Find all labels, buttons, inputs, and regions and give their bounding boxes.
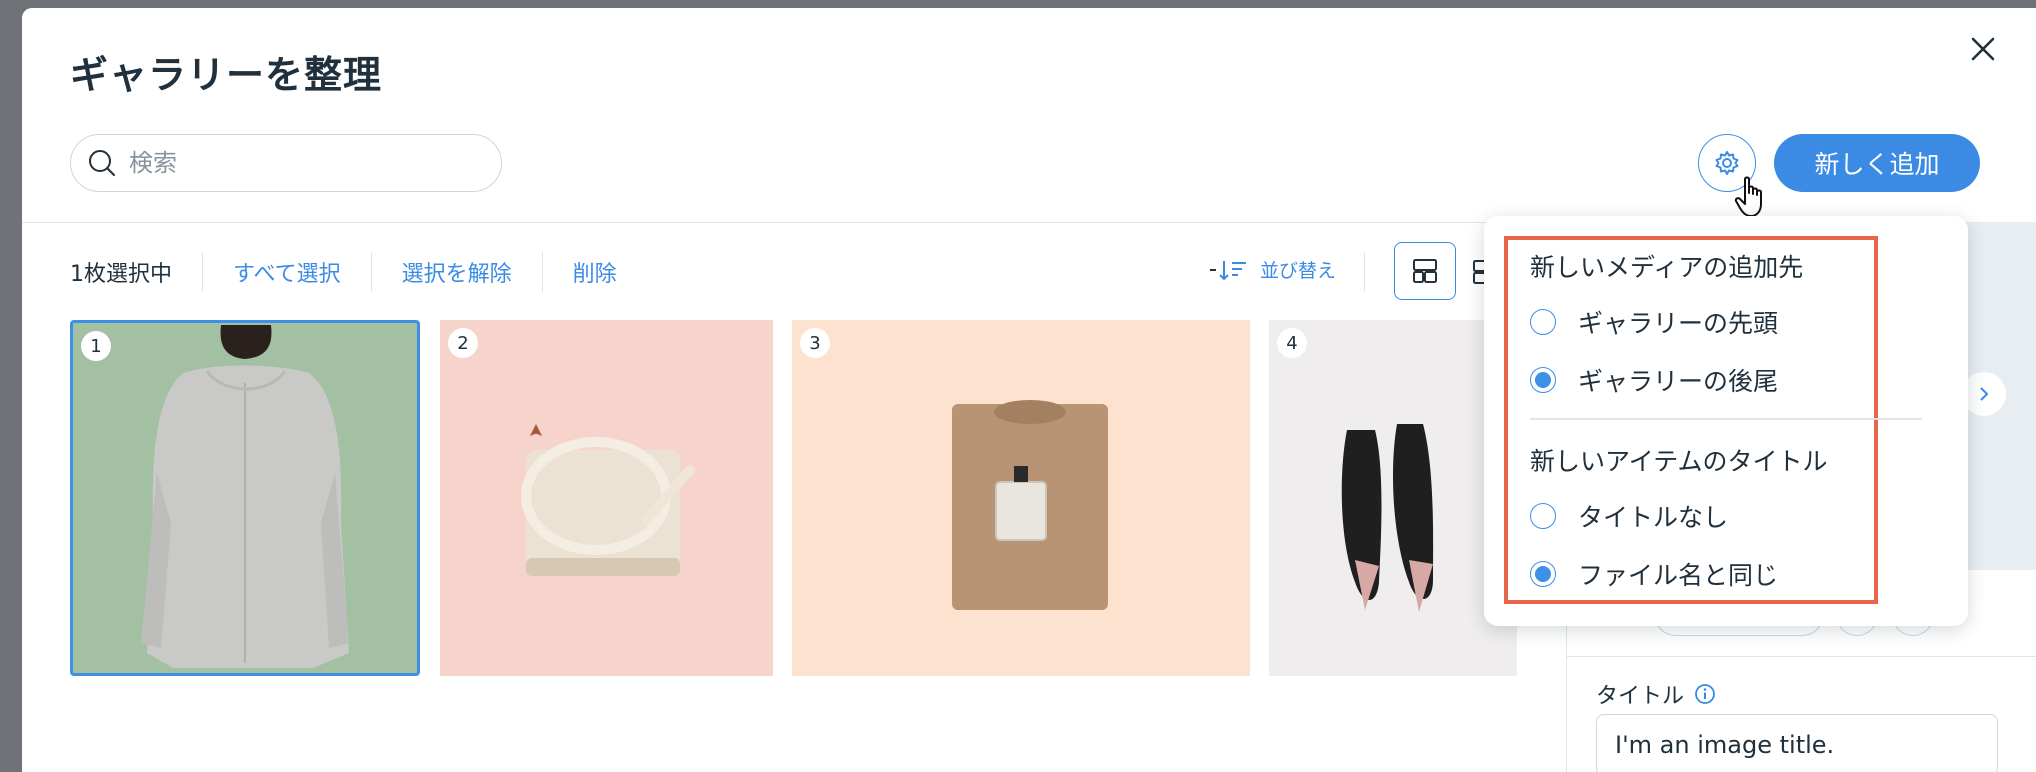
grid-layout-icon — [1413, 259, 1437, 283]
handbag-photo — [521, 424, 695, 576]
radio-gallery-start[interactable]: ギャラリーの先頭 — [1530, 304, 1778, 340]
radio-same-as-filename[interactable]: ファイル名と同じ — [1530, 556, 1778, 592]
panel-divider — [1566, 656, 2036, 657]
gallery-item[interactable]: 4 — [1269, 320, 1517, 676]
radio-button[interactable] — [1530, 309, 1556, 335]
title-label-text: タイトル — [1596, 684, 1685, 709]
delete-link[interactable]: 削除 — [573, 256, 617, 288]
radio-selected-dot — [1535, 566, 1551, 582]
toolbar-divider — [370, 252, 372, 292]
selected-count: 1枚選択中 — [70, 262, 172, 287]
title-input[interactable]: I'm an image title. — [1596, 714, 1998, 772]
sweater-photo — [952, 400, 1108, 610]
item-number: 1 — [81, 331, 111, 361]
deselect-link[interactable]: 選択を解除 — [402, 256, 512, 288]
search-box[interactable] — [70, 134, 502, 192]
radio-label: タイトルなし — [1578, 503, 1729, 532]
item-number: 3 — [800, 328, 830, 358]
gallery-item[interactable]: 3 — [792, 320, 1250, 676]
add-new-button[interactable]: 新しく追加 — [1774, 134, 1980, 192]
grid-view-button[interactable] — [1394, 242, 1456, 300]
radio-label: ファイル名と同じ — [1578, 561, 1779, 590]
select-all-link[interactable]: すべて選択 — [233, 256, 341, 288]
item-number: 2 — [448, 328, 478, 358]
next-item-button[interactable] — [1962, 372, 2006, 416]
item-number: 4 — [1277, 328, 1307, 358]
info-icon[interactable] — [1694, 683, 1716, 705]
sort-button[interactable]: 並び替え — [1208, 256, 1336, 283]
chevron-right-icon — [1980, 387, 1989, 401]
search-icon — [85, 146, 119, 180]
toolbar-divider — [541, 252, 543, 292]
sort-label: 並び替え — [1260, 260, 1337, 282]
close-button[interactable] — [1966, 32, 2000, 66]
gallery-item[interactable]: 2 — [440, 320, 773, 676]
title-label: タイトル — [1596, 678, 1716, 710]
radio-label: ギャラリーの先頭 — [1578, 309, 1779, 338]
hand-cursor-icon — [1734, 176, 1762, 217]
radio-selected-dot — [1535, 372, 1551, 388]
coat-photo — [141, 325, 349, 668]
sort-icon — [1210, 260, 1246, 280]
radio-button[interactable] — [1530, 503, 1556, 529]
toolbar-divider — [202, 252, 203, 292]
highlight-box — [1504, 236, 1878, 604]
media-position-heading: 新しいメディアの追加先 — [1530, 253, 1804, 282]
toolbar-divider — [1364, 252, 1365, 292]
radio-gallery-end[interactable]: ギャラリーの後尾 — [1530, 362, 1778, 398]
shoes-photo — [1341, 424, 1434, 612]
radio-no-title[interactable]: タイトルなし — [1530, 498, 1728, 534]
gallery-item[interactable]: 1 — [70, 320, 420, 676]
radio-button[interactable] — [1530, 561, 1556, 587]
radio-button[interactable] — [1530, 367, 1556, 393]
item-title-heading: 新しいアイテムのタイトル — [1530, 447, 1828, 476]
radio-label: ギャラリーの後尾 — [1578, 367, 1779, 396]
popover-divider — [1530, 418, 1922, 420]
search-input[interactable] — [129, 149, 489, 177]
gear-icon — [1715, 151, 1739, 175]
selection-toolbar: 1枚選択中 すべて選択 選択を解除 削除 — [70, 252, 617, 292]
close-icon — [1971, 37, 1995, 61]
dialog-title: ギャラリーを整理 — [70, 53, 383, 97]
